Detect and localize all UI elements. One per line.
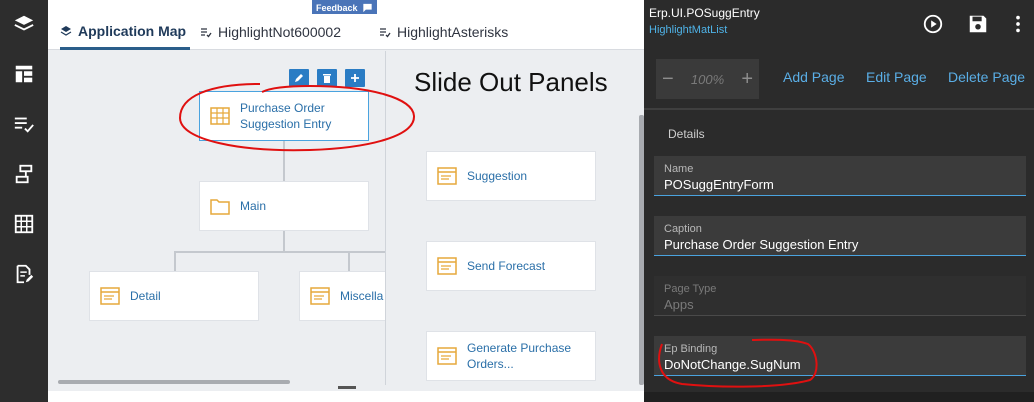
app-root: Feedback Application Map HighlightNot600… [0,0,1034,402]
resize-handle[interactable] [338,386,356,389]
horizontal-scrollbar[interactable] [58,380,290,384]
edit-page-link[interactable]: Edit Page [866,69,927,85]
layers-icon [14,15,34,31]
tab-application-map[interactable]: Application Map [60,14,191,50]
save-button[interactable] [966,12,990,36]
slide-card-generate-purchase-orders[interactable]: Generate Purchase Orders... [426,331,596,381]
layers-icon [60,25,72,36]
zoom-in-button[interactable]: + [741,68,753,91]
flow-icon [15,164,33,184]
comment-icon [362,3,372,12]
tab-bar: Application Map HighlightNot600002 Highl… [48,14,644,50]
window-icon [437,347,457,365]
grid-button[interactable] [10,210,38,238]
zoom-control: − 100% + [656,59,759,99]
feedback-button[interactable]: Feedback [312,0,377,15]
card-label: Generate Purchase Orders... [467,341,572,371]
field-label: Name [664,163,694,175]
map-card-miscellaneous[interactable]: Miscella [299,271,385,321]
tab-label: Application Map [78,22,187,39]
layers-button[interactable] [10,10,38,38]
window-icon [310,287,330,305]
field-value: Apps [664,297,694,312]
card-label: Suggestion [467,169,528,183]
slide-card-send-forecast[interactable]: Send Forecast [426,241,596,291]
edit-document-icon [16,264,34,284]
window-icon [437,257,457,275]
more-vertical-icon [1016,15,1020,33]
panel-subtitle[interactable]: HighlightMatList [649,24,727,36]
slide-card-suggestion[interactable]: Suggestion [426,151,596,201]
checklist-icon [14,117,34,133]
tab-label: HighlightNot600002 [218,24,341,40]
zoom-value: 100% [690,71,725,87]
page-type-field: Page Type Apps [654,276,1026,316]
map-clip: Miscella [48,51,385,385]
ep-binding-field[interactable]: Ep Binding DoNotChange.SugNum [654,336,1026,376]
play-icon [923,14,943,34]
tab-highlightnot600002[interactable]: HighlightNot600002 [200,14,341,50]
panel-bottom-bar [644,392,1034,402]
more-button[interactable] [1006,12,1030,36]
checklist-icon [380,28,391,38]
details-section-label: Details [668,127,705,141]
field-value: POSuggEntryForm [664,177,774,192]
checklist-icon [201,28,212,38]
play-button[interactable] [921,12,945,36]
checklist-button[interactable] [10,110,38,138]
grid-icon [14,214,34,234]
bottom-strip [48,391,644,402]
feedback-label: Feedback [316,2,358,13]
window-icon [437,167,457,185]
save-icon [969,15,987,33]
tab-label: HighlightAsterisks [397,24,509,40]
card-label: Miscella [340,289,384,303]
field-value: DoNotChange.SugNum [664,357,801,372]
add-page-link[interactable]: Add Page [783,69,845,85]
application-map-canvas[interactable]: Purchase Order Suggestion Entry Main Det… [48,51,644,391]
layout-icon [15,65,33,83]
zoom-out-button[interactable]: − [662,68,674,91]
left-icon-rail [0,0,48,402]
edit-document-button[interactable] [10,260,38,288]
field-label: Caption [664,223,702,235]
main-area: Feedback Application Map HighlightNot600… [48,0,644,402]
tab-highlightasterisks[interactable]: HighlightAsterisks [379,14,508,50]
panel-divider [385,51,386,385]
properties-panel: Erp.UI.POSuggEntry HighlightMatList − 10… [644,0,1034,402]
field-value: Purchase Order Suggestion Entry [664,237,859,252]
field-label: Ep Binding [664,343,718,355]
flow-button[interactable] [10,160,38,188]
field-label: Page Type [664,283,717,295]
panel-separator [644,108,1034,110]
layout-button[interactable] [10,60,38,88]
slide-out-panels-title: Slide Out Panels [414,67,608,97]
card-label: Send Forecast [467,259,546,273]
delete-page-link[interactable]: Delete Page [948,69,1025,85]
panel-title: Erp.UI.POSuggEntry [649,6,760,20]
caption-field[interactable]: Caption Purchase Order Suggestion Entry [654,216,1026,256]
name-field[interactable]: Name POSuggEntryForm [654,156,1026,196]
